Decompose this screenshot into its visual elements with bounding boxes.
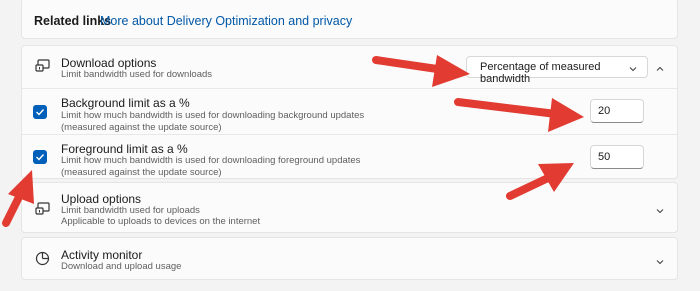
download-options-title: Download options [61, 56, 157, 70]
activity-monitor-card[interactable]: Activity monitor Download and upload usa… [21, 237, 678, 280]
foreground-limit-row: Foreground limit as a % Limit how much b… [22, 134, 677, 181]
foreground-limit-input[interactable]: 50 [590, 145, 644, 169]
download-options-icon [35, 59, 51, 78]
upload-options-card[interactable]: Upload options Limit bandwidth used for … [21, 182, 678, 233]
background-limit-note: (measured against the update source) [61, 122, 222, 133]
delivery-optimization-privacy-link[interactable]: More about Delivery Optimization and pri… [100, 14, 352, 28]
foreground-limit-note: (measured against the update source) [61, 167, 222, 178]
foreground-limit-description: Limit how much bandwidth is used for dow… [61, 155, 361, 166]
activity-monitor-subtitle: Download and upload usage [61, 261, 182, 272]
expand-chevron-down-icon[interactable] [655, 203, 665, 221]
activity-monitor-title: Activity monitor [61, 248, 143, 262]
background-limit-input[interactable]: 20 [590, 99, 644, 123]
background-limit-description: Limit how much bandwidth is used for dow… [61, 110, 365, 121]
foreground-limit-value: 50 [598, 151, 611, 163]
download-options-subtitle: Limit bandwidth used for downloads [61, 69, 213, 80]
foreground-limit-title: Foreground limit as a % [61, 142, 188, 156]
download-options-card: Download options Limit bandwidth used fo… [21, 45, 678, 179]
background-limit-title: Background limit as a % [61, 96, 190, 110]
bandwidth-mode-value: Percentage of measured bandwidth [480, 61, 601, 85]
download-options-header[interactable]: Download options Limit bandwidth used fo… [22, 46, 677, 88]
related-links-card: Related links More about Delivery Optimi… [21, 0, 678, 39]
upload-options-icon [35, 202, 51, 221]
foreground-limit-checkbox[interactable] [33, 150, 47, 164]
background-limit-value: 20 [598, 105, 611, 117]
pie-chart-icon [35, 251, 50, 271]
chevron-down-icon [628, 61, 638, 79]
navigate-chevron-down-icon[interactable] [655, 254, 665, 272]
bandwidth-mode-dropdown[interactable]: Percentage of measured bandwidth [466, 56, 648, 85]
collapse-chevron-up-icon[interactable] [655, 61, 665, 79]
background-limit-checkbox[interactable] [33, 105, 47, 119]
upload-options-title: Upload options [61, 192, 142, 206]
background-limit-row: Background limit as a % Limit how much b… [22, 88, 677, 135]
upload-options-note: Applicable to uploads to devices on the … [61, 216, 261, 227]
